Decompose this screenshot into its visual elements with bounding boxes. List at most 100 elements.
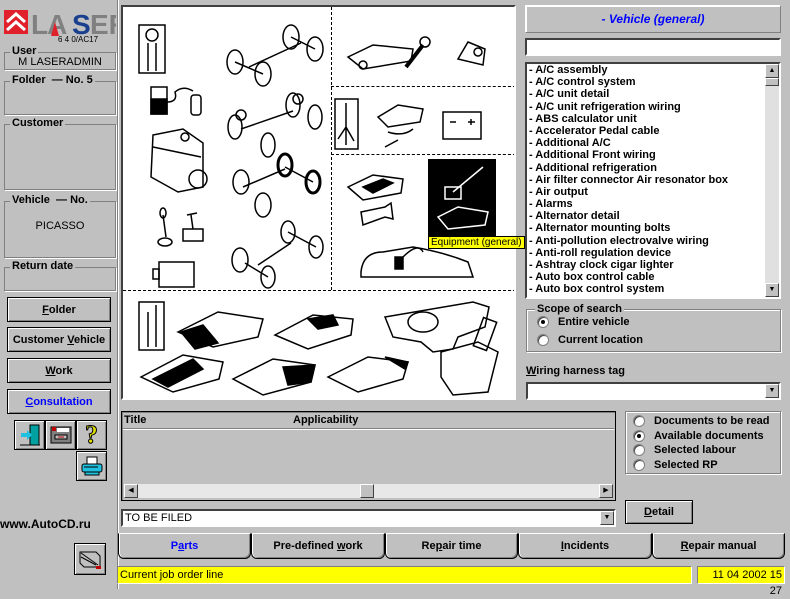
- list-item[interactable]: - Additional Front wiring: [527, 149, 765, 161]
- fuel-icon[interactable]: [150, 86, 202, 116]
- folder-button[interactable]: Folder: [7, 297, 111, 322]
- scope-option-entire-vehicle[interactable]: Entire vehicle: [537, 316, 630, 328]
- lighting-icon[interactable]: [346, 174, 404, 201]
- seats-icon[interactable]: [440, 316, 499, 396]
- rear-body-icon[interactable]: [231, 358, 316, 396]
- spoiler-icon[interactable]: [326, 356, 410, 393]
- side-body-icon[interactable]: [139, 354, 224, 393]
- user-group: User M LASERADMIN: [4, 45, 116, 70]
- scope-option-label: Current location: [558, 334, 643, 346]
- equipment-general-icon-bg[interactable]: [428, 159, 496, 237]
- detail-button[interactable]: Detail: [625, 500, 693, 524]
- front-body-icon[interactable]: [176, 311, 264, 350]
- scroll-left-button[interactable]: ◀: [124, 484, 138, 498]
- maintenance-icon[interactable]: [138, 24, 166, 74]
- list-item[interactable]: - Ashtray clock cigar lighter: [527, 259, 765, 271]
- horn-icon[interactable]: [360, 201, 394, 227]
- suspension-icon[interactable]: [227, 92, 323, 158]
- version-label: 6 4 0/AC17: [58, 35, 99, 44]
- list-item[interactable]: - A/C assembly: [527, 64, 765, 76]
- function-list[interactable]: - A/C assembly - A/C control system - A/C …: [525, 62, 781, 299]
- list-item[interactable]: - Alternator mounting bolts: [527, 222, 765, 234]
- vehicle-group: Vehicle — No. PICASSO: [4, 194, 116, 258]
- dropdown-arrow-icon[interactable]: ▼: [600, 511, 614, 525]
- doc-option-available[interactable]: Available documents: [633, 430, 764, 442]
- list-item[interactable]: - A/C unit detail: [527, 88, 765, 100]
- panel-divider: [117, 0, 119, 589]
- tab-pre-defined-work[interactable]: Pre-defined work: [251, 533, 385, 559]
- documents-table[interactable]: Title Applicability ◀ ▶: [121, 411, 616, 501]
- list-item[interactable]: - ABS calculator unit: [527, 113, 765, 125]
- tools-icon[interactable]: [404, 36, 431, 69]
- filing-cabinet-button[interactable]: [45, 420, 76, 450]
- wiring-harness-icon[interactable]: [334, 98, 359, 150]
- column-header-applicability[interactable]: Applicability: [293, 414, 358, 426]
- table-hscrollbar[interactable]: ◀ ▶: [124, 484, 613, 498]
- roof-icon[interactable]: [273, 314, 354, 350]
- scroll-up-button[interactable]: ▲: [765, 64, 779, 78]
- dropdown-arrow-icon[interactable]: ▼: [765, 384, 779, 398]
- status-bar: Current job order line: [117, 566, 692, 584]
- search-input[interactable]: [525, 38, 781, 56]
- steering-column-icon[interactable]: [138, 301, 165, 351]
- scroll-thumb[interactable]: [360, 484, 374, 498]
- battery-icon[interactable]: [442, 111, 482, 140]
- tab-repair-manual[interactable]: Repair manual: [652, 533, 785, 559]
- help-button[interactable]: ?: [76, 420, 107, 450]
- tab-incidents[interactable]: Incidents: [518, 533, 652, 559]
- doc-option-to-be-read[interactable]: Documents to be read: [633, 415, 770, 427]
- function-title: - Vehicle (general): [525, 5, 781, 33]
- chassis-icon[interactable]: [226, 24, 324, 87]
- list-item[interactable]: - A/C control system: [527, 76, 765, 88]
- vehicle-general-icon[interactable]: [346, 44, 414, 70]
- list-item[interactable]: - Anti-roll regulation device: [527, 247, 765, 259]
- tab-parts[interactable]: Parts: [118, 533, 251, 559]
- column-header-title[interactable]: Title: [124, 414, 146, 426]
- engine-icon[interactable]: [150, 128, 208, 193]
- list-item[interactable]: - Air filter connector Air resonator box: [527, 174, 765, 186]
- tab-label: Parts: [170, 540, 199, 552]
- wiring-tag-select[interactable]: ▼: [526, 382, 781, 400]
- tab-repair-time[interactable]: Repair time: [385, 533, 518, 559]
- function-list-items: - A/C assembly - A/C control system - A/C …: [527, 64, 765, 296]
- document-filter-select[interactable]: TO BE FILED ▼: [121, 509, 616, 527]
- notepad-button[interactable]: [74, 543, 106, 575]
- scroll-thumb[interactable]: [765, 78, 779, 86]
- doc-option-selected-labour[interactable]: Selected labour: [633, 444, 736, 456]
- transmission-icon[interactable]: [231, 220, 324, 289]
- print-button[interactable]: [76, 451, 107, 481]
- gearbox-icon[interactable]: [152, 207, 204, 288]
- list-item[interactable]: - Air output: [527, 186, 765, 198]
- list-item[interactable]: - Additional A/C: [527, 137, 765, 149]
- watermark: www.AutoCD.ru: [0, 517, 91, 531]
- scope-option-current-location[interactable]: Current location: [537, 334, 643, 346]
- list-scrollbar[interactable]: ▲ ▼: [765, 64, 779, 297]
- list-item[interactable]: - Anti-pollution electrovalve wiring: [527, 235, 765, 247]
- list-item[interactable]: - Alternator detail: [527, 210, 765, 222]
- scroll-down-button[interactable]: ▼: [765, 283, 779, 297]
- work-label: Work: [45, 364, 73, 377]
- list-item[interactable]: - A/C unit refrigeration wiring: [527, 101, 765, 113]
- folder-label: Folder: [12, 74, 46, 86]
- electrical-icon[interactable]: [376, 104, 424, 148]
- scroll-right-button[interactable]: ▶: [599, 484, 613, 498]
- towing-icon[interactable]: [456, 41, 486, 66]
- vehicle-function-picture[interactable]: [121, 5, 516, 400]
- exit-button[interactable]: [14, 420, 45, 450]
- doc-option-selected-rp[interactable]: Selected RP: [633, 459, 718, 471]
- brakes-icon[interactable]: [232, 152, 322, 218]
- list-item[interactable]: - Alarms: [527, 198, 765, 210]
- vehicle-label-wrap: Vehicle — No.: [10, 194, 90, 206]
- user-value: M LASERADMIN: [18, 56, 102, 68]
- customer-vehicle-button[interactable]: Customer Vehicle: [7, 327, 111, 352]
- list-item[interactable]: - Auto box control system: [527, 283, 765, 295]
- folder-group: Folder — No. 5: [4, 74, 116, 115]
- tab-label: Pre-defined work: [273, 540, 363, 552]
- heating-icon[interactable]: [360, 246, 475, 278]
- consultation-button[interactable]: Consultation: [7, 389, 111, 414]
- work-button[interactable]: Work: [7, 358, 111, 383]
- doc-option-label: Available documents: [654, 430, 764, 442]
- list-item[interactable]: - Accelerator Pedal cable: [527, 125, 765, 137]
- list-item[interactable]: - Auto box control cable: [527, 271, 765, 283]
- list-item[interactable]: - Additional refrigeration: [527, 162, 765, 174]
